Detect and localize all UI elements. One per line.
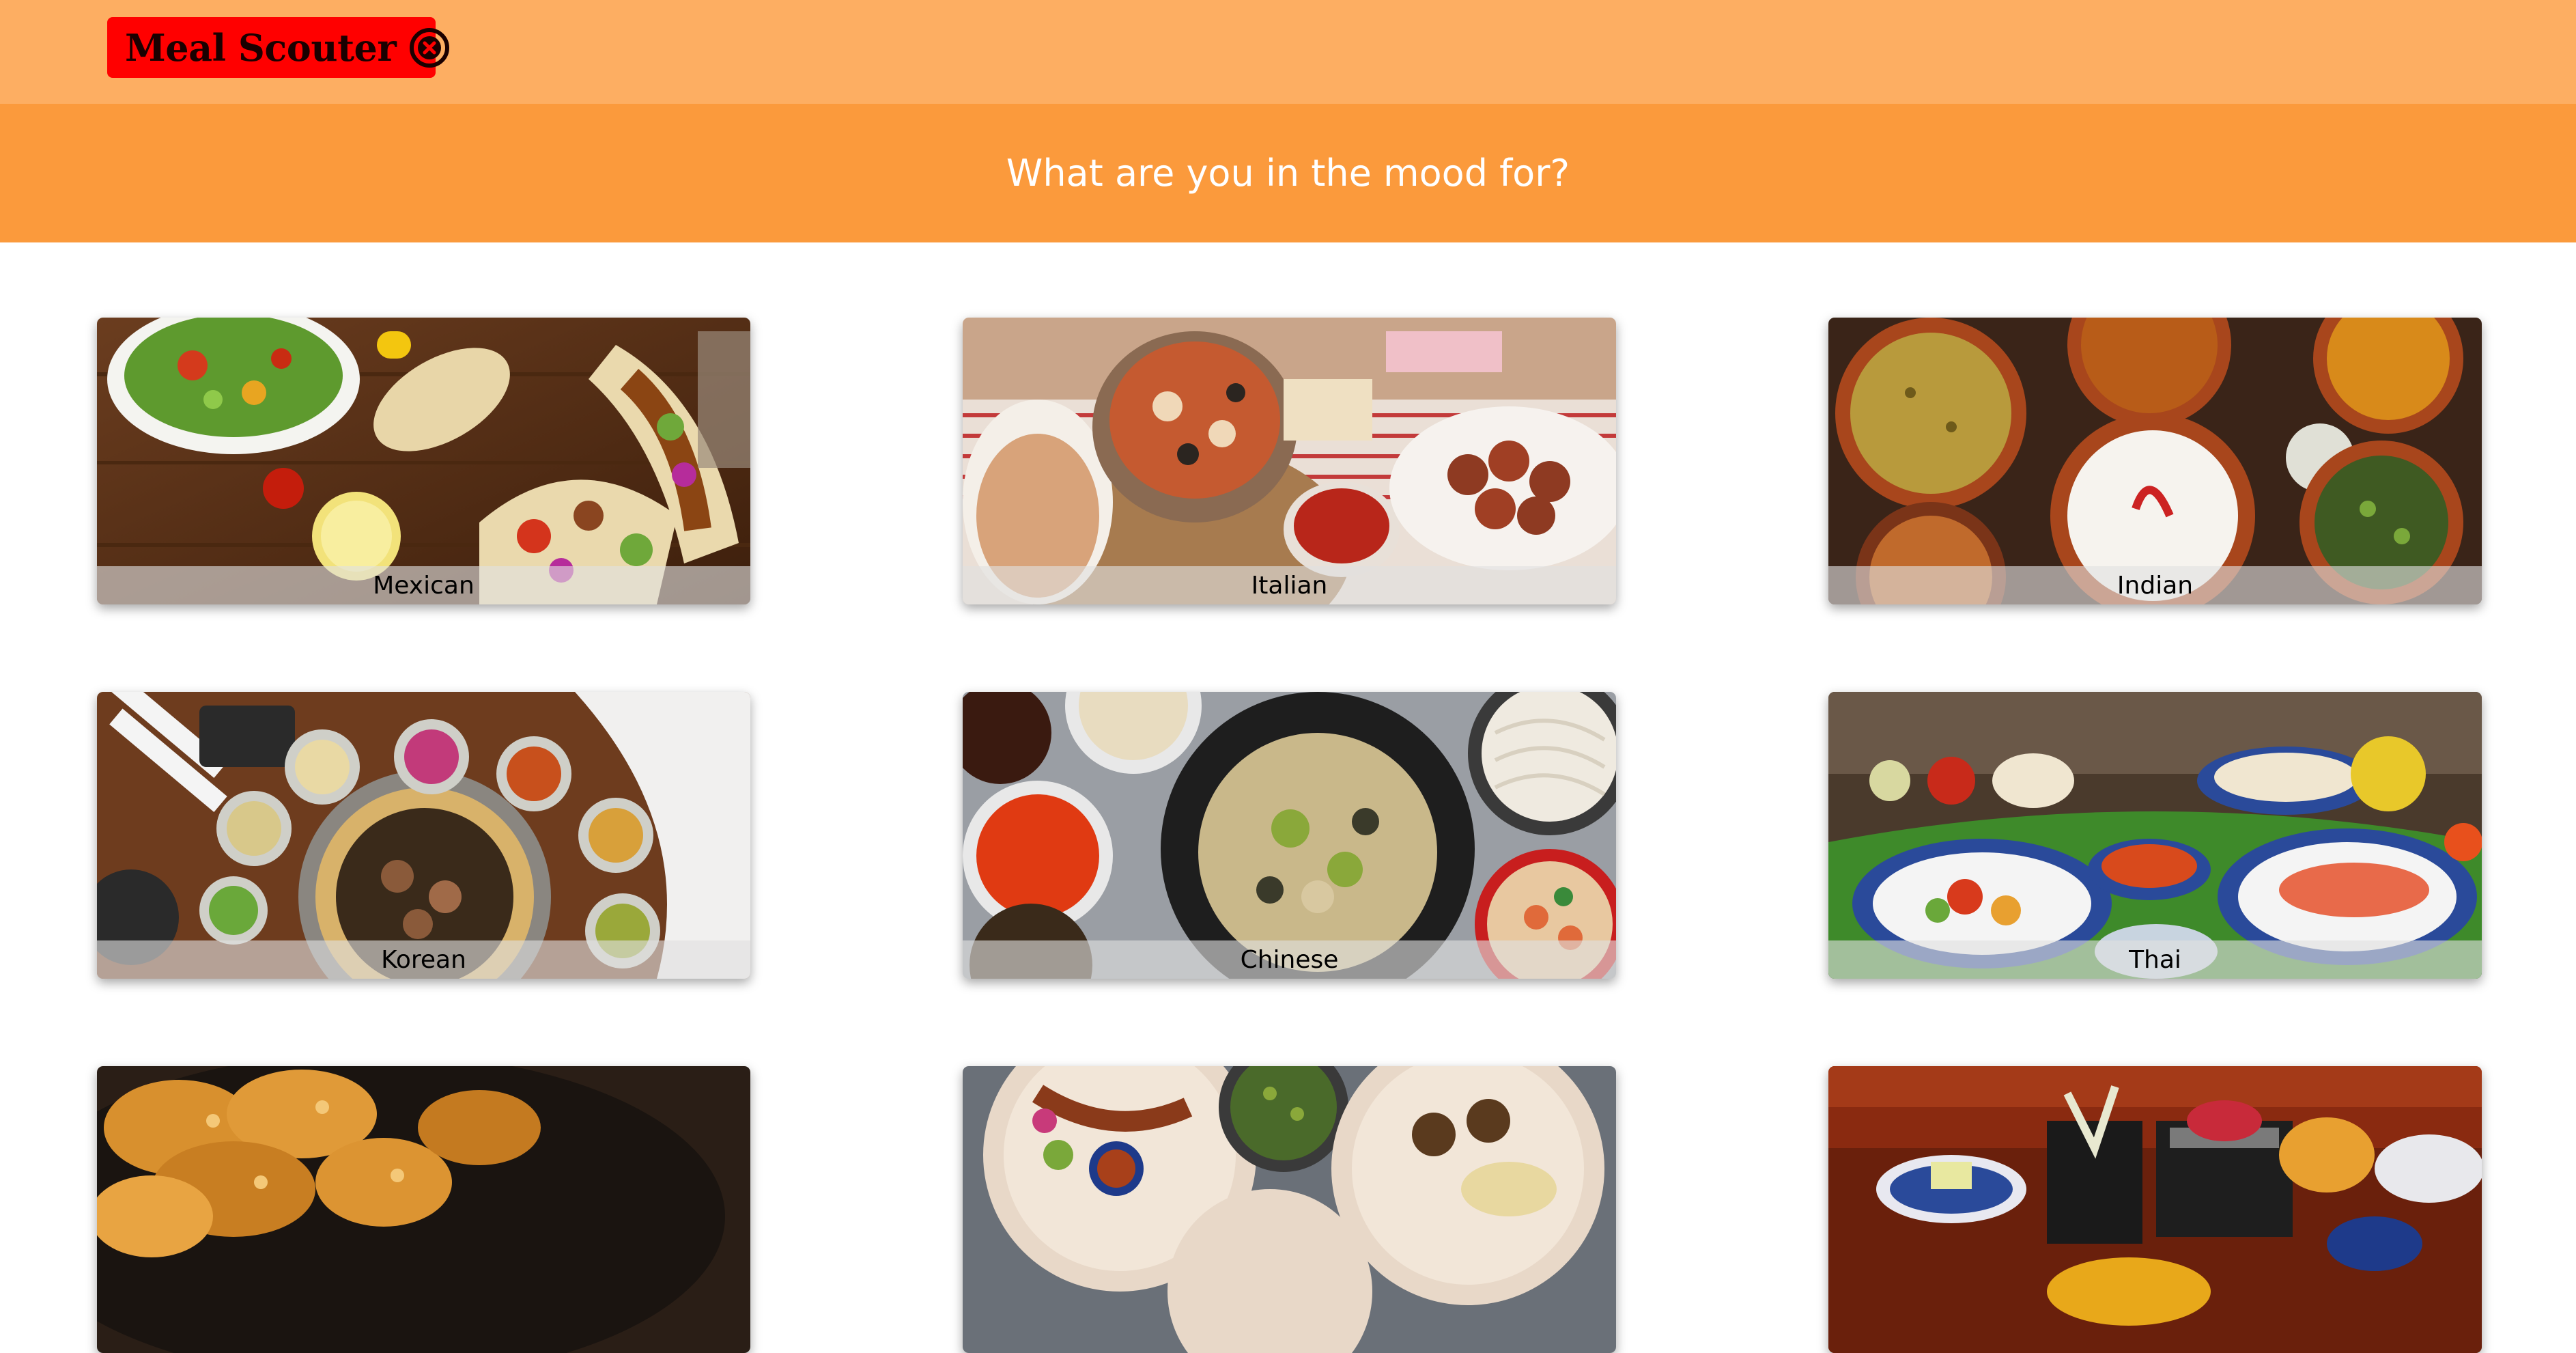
cuisine-label: Mexican (373, 571, 475, 600)
cuisine-label: Italian (1251, 571, 1328, 600)
cuisine-card-thai[interactable]: Thai (1828, 692, 2482, 979)
indian-food-image (1828, 318, 2482, 604)
cuisine-card-italian[interactable]: Italian (963, 318, 1616, 604)
cuisine-card-japanese[interactable] (1828, 1066, 2482, 1353)
italian-food-image (963, 318, 1616, 604)
fried-chicken-food-image (97, 1066, 750, 1353)
korean-food-image (97, 692, 750, 979)
cuisine-card-mexican[interactable]: Mexican (97, 318, 750, 604)
cuisine-card-fried-chicken[interactable] (97, 1066, 750, 1353)
thai-food-image (1828, 692, 2482, 979)
card-label-bar: Italian (963, 566, 1616, 604)
cuisine-card-chinese[interactable]: Chinese (963, 692, 1616, 979)
card-label-bar: Thai (1828, 940, 2482, 979)
cuisine-label: Indian (2117, 571, 2194, 600)
cuisine-card-middle-eastern[interactable] (963, 1066, 1616, 1353)
cuisine-label: Korean (381, 945, 466, 974)
card-label-bar: Chinese (963, 940, 1616, 979)
cuisine-grid: Mexican Italian Indian Korean Chinese Th… (0, 0, 2576, 1353)
cuisine-card-korean[interactable]: Korean (97, 692, 750, 979)
mexican-food-image (97, 318, 750, 604)
japanese-food-image (1828, 1066, 2482, 1353)
card-label-bar: Korean (97, 940, 750, 979)
cuisine-card-indian[interactable]: Indian (1828, 318, 2482, 604)
card-label-bar: Mexican (97, 566, 750, 604)
cuisine-label: Chinese (1240, 945, 1339, 974)
middle-eastern-food-image (963, 1066, 1616, 1353)
chinese-food-image (963, 692, 1616, 979)
cuisine-label: Thai (2129, 945, 2181, 974)
card-label-bar: Indian (1828, 566, 2482, 604)
